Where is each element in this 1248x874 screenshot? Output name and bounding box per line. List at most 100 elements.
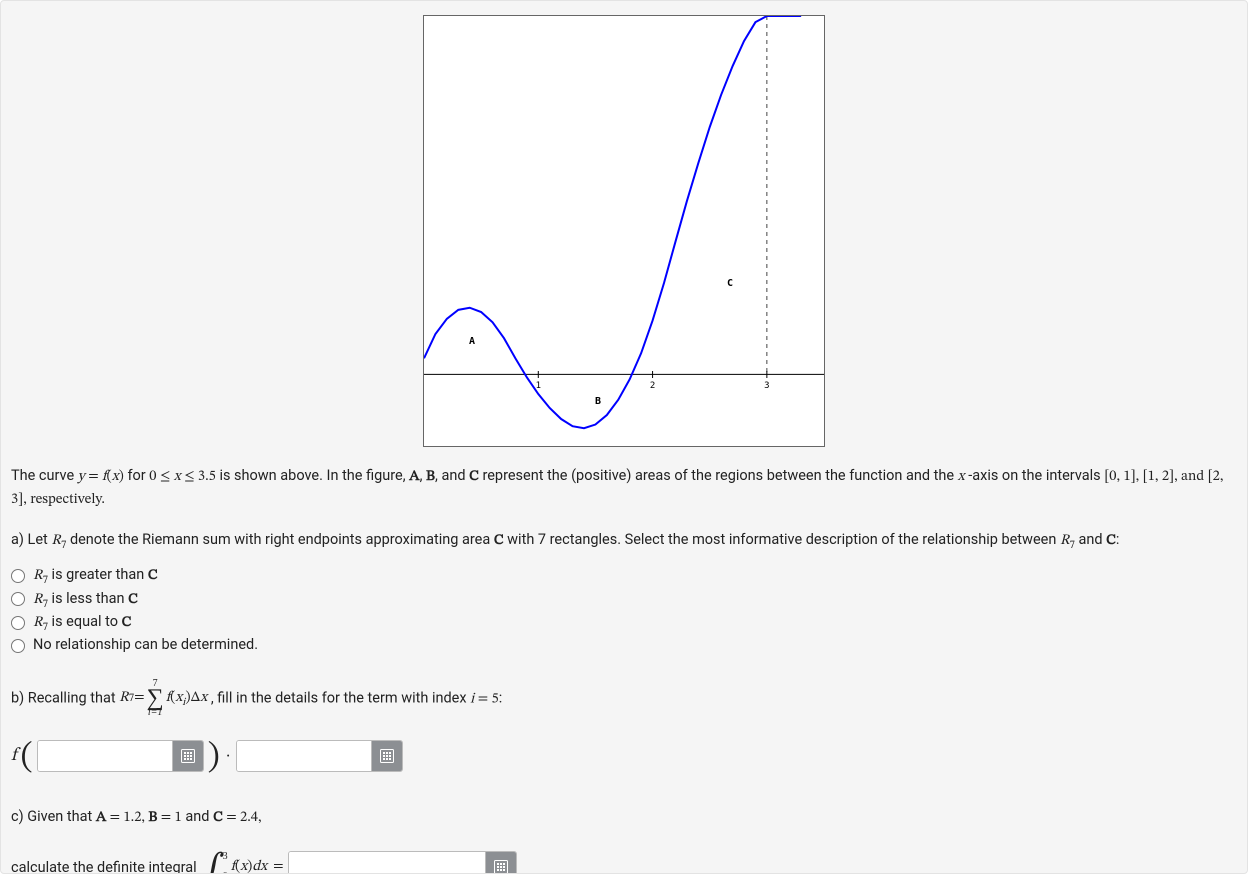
text: B: [148, 811, 157, 825]
text: A: [96, 811, 106, 825]
text: C: [1106, 534, 1116, 548]
svg-text:A: A: [469, 336, 475, 347]
choice-less[interactable]: R7 is less than C: [11, 588, 1237, 611]
choice-greater[interactable]: R7 is greater than C: [11, 564, 1237, 587]
text: , and: [435, 467, 469, 484]
part-a-prompt: a) Let R7 denote the Riemann sum with ri…: [11, 529, 1237, 552]
open-paren: (: [21, 743, 33, 773]
keypad-icon: [494, 860, 508, 874]
graph-container: 1 2 3 A B C: [11, 15, 1237, 447]
xi-input-group: [37, 740, 204, 772]
text: :: [1116, 531, 1120, 548]
choice-label: No relationship can be determined.: [33, 634, 258, 656]
choice-label: R7 is equal to C: [33, 611, 131, 634]
text: C: [122, 616, 132, 630]
radio-less[interactable]: [11, 592, 25, 606]
text: , fill in the details for the term with …: [211, 689, 470, 706]
text: b) Recalling that: [11, 689, 119, 706]
part-c-row: calculate the definite integral ∫ 3 0 f(…: [11, 851, 1237, 874]
text: =: [85, 470, 102, 484]
text: C: [469, 470, 479, 484]
text: x: [174, 470, 181, 484]
text: x: [240, 860, 247, 874]
choice-label: R7 is greater than C: [33, 564, 158, 587]
text: and: [1079, 531, 1107, 548]
radio-greater[interactable]: [11, 569, 25, 583]
choice-label: R7 is less than C: [33, 588, 138, 611]
equals: =: [273, 858, 283, 874]
text: C: [213, 811, 223, 825]
integral-input-group: [288, 851, 517, 874]
text: denote the Riemann sum with right endpoi…: [70, 531, 494, 548]
text: represent the (positive) areas of the re…: [482, 467, 957, 484]
text: xi: [175, 688, 185, 709]
text: B: [426, 470, 435, 484]
text: is equal to: [48, 613, 122, 630]
keypad-button[interactable]: [172, 741, 203, 771]
keypad-icon: [380, 749, 394, 763]
text: is greater than: [48, 566, 148, 583]
text: The curve: [11, 467, 78, 484]
text: = 1.2,: [106, 811, 148, 825]
svg-text:C: C: [727, 278, 733, 289]
text: x: [200, 688, 207, 709]
integral-expr: ∫ 3 0 f(x) dx: [203, 851, 267, 874]
text: R: [33, 593, 43, 607]
text: a) Let: [11, 531, 51, 548]
text: ≤ 3.5: [181, 470, 216, 484]
radio-none[interactable]: [11, 639, 25, 653]
text: :: [499, 689, 503, 706]
text: R: [119, 688, 129, 709]
dx-input-group: [236, 740, 403, 772]
text: R: [1060, 534, 1070, 548]
content: 1 2 3 A B C The curve y = f(x) for 0 ≤ x…: [1, 1, 1247, 874]
function-graph: 1 2 3 A B C: [423, 15, 825, 447]
riemann-sum-expr: R7 = 7 ∑ i=1 f(xi)Δx: [119, 679, 207, 718]
dot: ·: [226, 746, 231, 766]
f-label: f: [11, 745, 17, 768]
text: R: [33, 616, 43, 630]
keypad-button[interactable]: [485, 852, 516, 874]
text: -axis on the intervals: [968, 467, 1104, 484]
keypad-button[interactable]: [371, 741, 402, 771]
choice-equal[interactable]: R7 is equal to C: [11, 611, 1237, 634]
radio-equal[interactable]: [11, 616, 25, 630]
text: R: [51, 534, 61, 548]
part-a-choices: R7 is greater than C R7 is less than C R…: [11, 564, 1237, 657]
dx-input[interactable]: [237, 741, 371, 771]
text: for: [127, 467, 149, 484]
text: = 5: [474, 692, 498, 706]
text: C: [494, 534, 504, 548]
problem-card: 1 2 3 A B C The curve y = f(x) for 0 ≤ x…: [0, 0, 1248, 874]
text: A: [409, 470, 419, 484]
text: = 2.4,: [223, 811, 262, 825]
text: is less than: [48, 590, 128, 607]
integral-input[interactable]: [289, 852, 485, 874]
part-b-inputs: f ( ) ·: [11, 740, 1237, 772]
svg-text:3: 3: [764, 381, 769, 391]
text: 7: [61, 540, 66, 551]
text: is shown above. In the figure,: [219, 467, 409, 484]
text: x: [112, 470, 119, 484]
text: x: [958, 470, 965, 484]
text: )Δ: [185, 688, 200, 709]
choice-none[interactable]: No relationship can be determined.: [11, 634, 1237, 656]
svg-text:2: 2: [650, 381, 655, 391]
text: = 1: [157, 811, 181, 825]
text: ): [119, 470, 124, 484]
text: =: [134, 688, 144, 709]
text: with 7 rectangles. Select the most infor…: [507, 531, 1060, 548]
text: and: [185, 808, 213, 825]
close-paren: ): [208, 743, 220, 773]
text: C: [128, 593, 138, 607]
sum-lower: i=1: [148, 708, 163, 718]
text: calculate the definite integral: [11, 859, 197, 874]
intro-paragraph: The curve y = f(x) for 0 ≤ x ≤ 3.5 is sh…: [11, 465, 1237, 511]
text: 0 ≤: [149, 470, 173, 484]
text: R: [33, 569, 43, 583]
keypad-icon: [181, 749, 195, 763]
text: y: [78, 470, 85, 484]
summation-symbol: 7 ∑ i=1: [147, 679, 164, 718]
part-c-given: c) Given that A = 1.2, B = 1 and C = 2.4…: [11, 806, 1237, 829]
xi-input[interactable]: [38, 741, 172, 771]
